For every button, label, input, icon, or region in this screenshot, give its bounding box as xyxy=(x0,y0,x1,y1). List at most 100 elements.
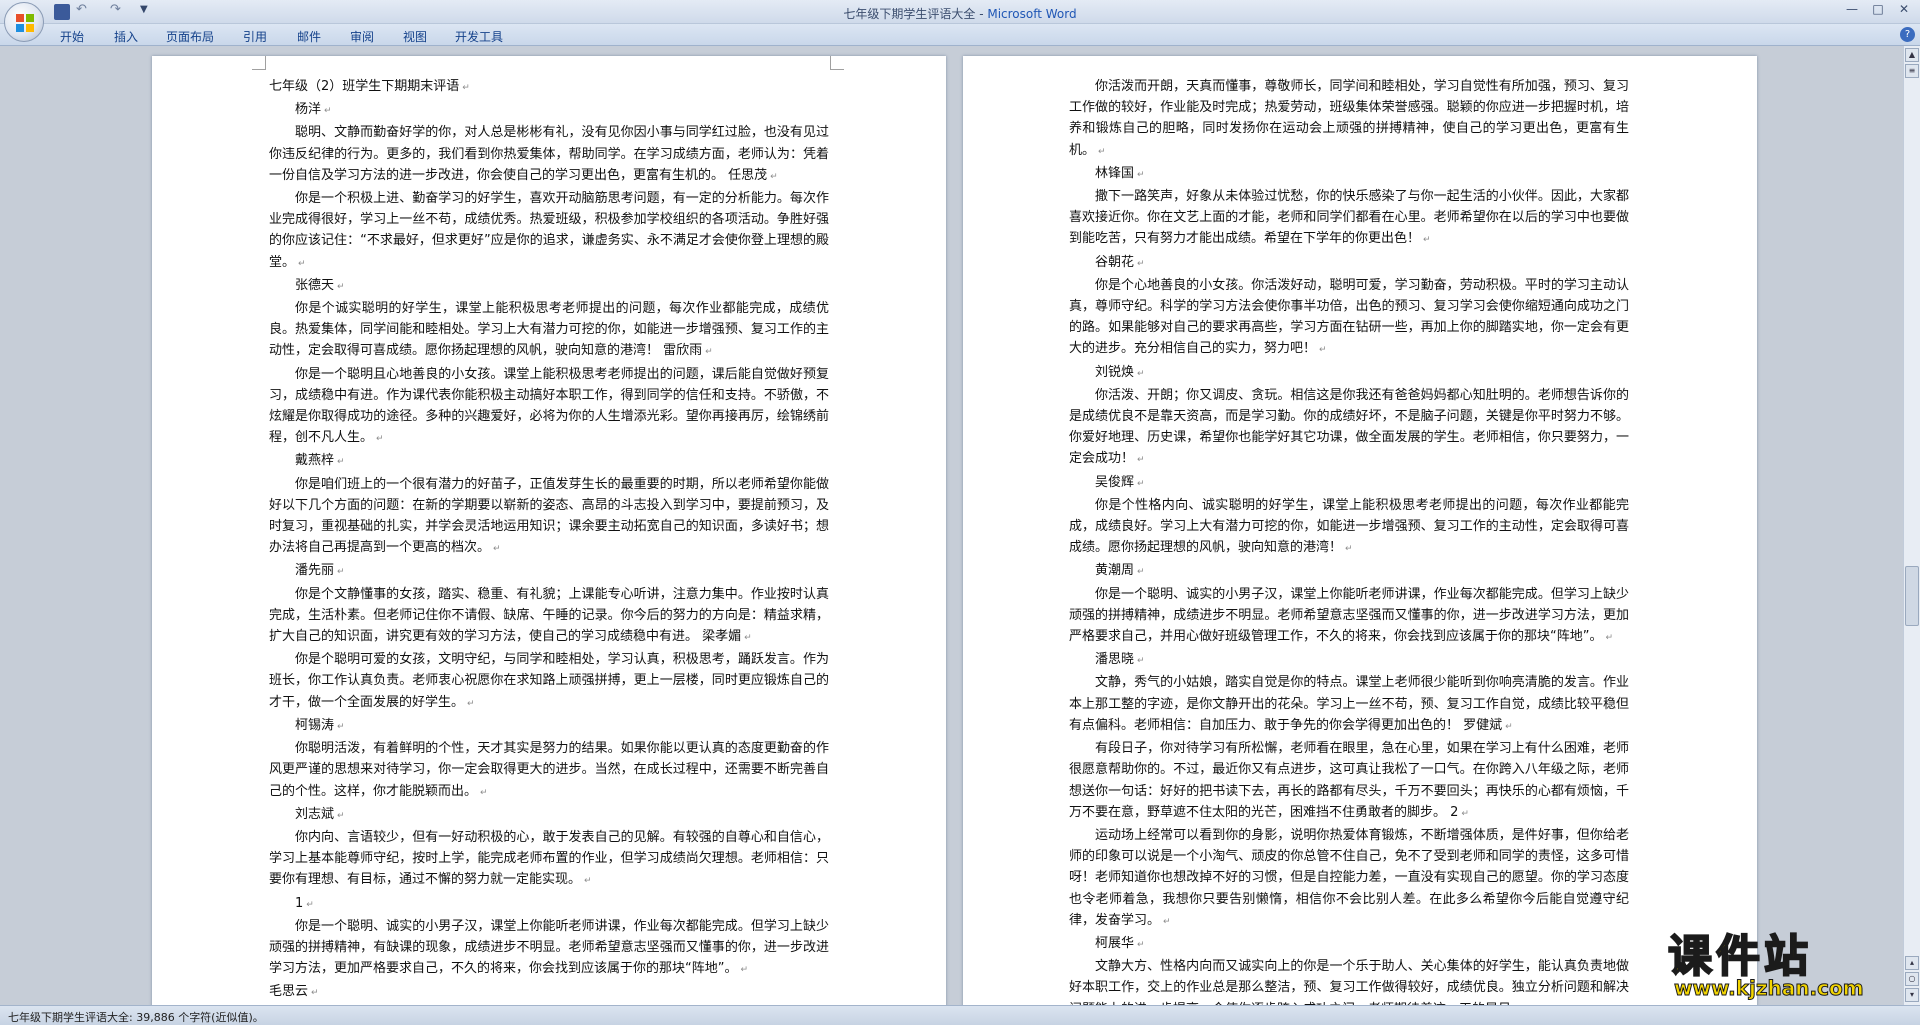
student-name[interactable]: 潘先丽 ↵ xyxy=(269,560,829,583)
paragraph-mark-icon: ↵ xyxy=(337,567,345,578)
comment-paragraph[interactable]: 你是个诚实聪明的好学生，课堂上能积极思考老师提出的问题，每次作业都能完成，成绩优… xyxy=(269,298,829,364)
paragraph-text: 你是个诚实聪明的好学生，课堂上能积极思考老师提出的问题，每次作业都能完成，成绩优… xyxy=(269,301,829,359)
comment-paragraph[interactable]: 你是个性格内向、诚实聪明的好学生，课堂上能积极思考老师提出的问题，每次作业都能完… xyxy=(1069,495,1629,561)
document-area[interactable]: 七年级（2）班学生下期期末评语 ↵ 杨洋 ↵ 聪明、文静而勤奋好学的你，对人总是彬彬有礼… xyxy=(0,46,1903,1005)
paragraph-text: 柯锡涛 xyxy=(295,717,335,733)
paragraph-mark-icon: ↵ xyxy=(480,787,488,798)
tab-review[interactable]: 审阅 xyxy=(350,28,374,45)
tab-references[interactable]: 引用 xyxy=(243,28,267,45)
paragraph-text: 杨洋 xyxy=(295,102,322,118)
tab-developer[interactable]: 开发工具 xyxy=(455,28,503,45)
comment-paragraph[interactable]: 你内向、言语较少，但有一好动积极的心，敢于发表自己的见解。有较强的自尊心和自信心… xyxy=(269,827,829,893)
paragraph-mark-icon: ↵ xyxy=(1423,235,1431,246)
student-name[interactable]: 谷朝花 ↵ xyxy=(1069,252,1629,275)
student-name[interactable]: 黄潮周 ↵ xyxy=(1069,560,1629,583)
paragraph-text: 潘思晓 xyxy=(1095,652,1135,668)
help-icon[interactable]: ? xyxy=(1900,27,1915,42)
page-2-text[interactable]: 你活泼而开朗，天真而懂事，尊敬师长，同学间和睦相处，学习自觉性有所加强，预习、复… xyxy=(1069,76,1629,1005)
paragraph-text: 你是一个聪明、诚实的小男子汉，课堂上你能听老师讲课，作业每次都能完成。但学习上缺… xyxy=(1069,586,1629,645)
paragraph-mark-icon: ↵ xyxy=(744,633,752,644)
scroll-up-icon[interactable]: ▲ xyxy=(1905,48,1919,62)
document-name: 七年级下期学生评语大全 - xyxy=(843,7,988,21)
paragraph-mark-icon: ↵ xyxy=(311,988,319,999)
paragraph-mark-icon: ↵ xyxy=(1461,808,1469,819)
tab-view[interactable]: 视图 xyxy=(403,28,427,45)
student-name[interactable]: 张德天 ↵ xyxy=(269,275,829,298)
word-count-status[interactable]: 七年级下期学生评语大全: 39,886 个字符(近似值)。 xyxy=(8,1009,264,1025)
paragraph-mark-icon: ↵ xyxy=(337,810,345,821)
tab-mailings[interactable]: 邮件 xyxy=(297,28,321,45)
comment-paragraph[interactable]: 你是一个聪明、诚实的小男子汉，课堂上你能听老师讲课，作业每次都能完成。但学习上缺… xyxy=(269,916,829,982)
next-page-icon[interactable]: ▾ xyxy=(1905,988,1919,1002)
student-name[interactable]: 柯展华 ↵ xyxy=(1069,933,1629,956)
student-name[interactable]: 1 ↵ xyxy=(269,893,829,916)
page-1-text[interactable]: 七年级（2）班学生下期期末评语 ↵ 杨洋 ↵ 聪明、文静而勤奋好学的你，对人总是彬彬有礼… xyxy=(269,76,829,1005)
tab-page-layout[interactable]: 页面布局 xyxy=(166,28,214,45)
page-1[interactable]: 七年级（2）班学生下期期末评语 ↵ 杨洋 ↵ 聪明、文静而勤奋好学的你，对人总是彬彬有礼… xyxy=(152,56,946,1005)
comment-paragraph[interactable]: 你是咱们班上的一个很有潜力的好苗子，正值发芽生长的最重要的时期，所以老师希望你能… xyxy=(269,474,829,561)
scroll-thumb[interactable] xyxy=(1905,566,1919,626)
maximize-button[interactable]: □ xyxy=(1866,2,1890,20)
paragraph-text: 刘锐焕 xyxy=(1095,364,1135,380)
comment-paragraph[interactable]: 你活泼、开朗；你又调皮、贪玩。相信这是你我还有爸爸妈妈都心知肚明的。老师想告诉你… xyxy=(1069,385,1629,472)
comment-paragraph[interactable]: 你是一个聪明且心地善良的小女孩。课堂上能积极思考老师提出的问题，课后能自觉做好预… xyxy=(269,364,829,451)
comment-paragraph[interactable]: 有段日子，你对待学习有所松懈，老师看在眼里，急在心里，如果在学习上有什么困难，老… xyxy=(1069,738,1629,825)
paragraph-mark-icon: ↵ xyxy=(1137,567,1145,578)
window-title: 七年级下期学生评语大全 - Microsoft Word xyxy=(0,5,1920,22)
comment-paragraph[interactable]: 聪明、文静而勤奋好学的你，对人总是彬彬有礼，没有见你因小事与同学红过脸，也没有见… xyxy=(269,122,829,188)
student-name[interactable]: 林锋国 ↵ xyxy=(1069,163,1629,186)
paragraph-text: 你是一个聪明且心地善良的小女孩。课堂上能积极思考老师提出的问题，课后能自觉做好预… xyxy=(269,366,829,446)
app-name: Microsoft Word xyxy=(987,7,1077,21)
paragraph-mark-icon: ↵ xyxy=(770,171,778,182)
paragraph-text: 文静大方、性格内向而又诚实向上的你是一个乐于助人、关心集体的好学生，能认真负责地… xyxy=(1069,959,1629,1005)
paragraph-mark-icon: ↵ xyxy=(1505,721,1513,732)
tab-insert[interactable]: 插入 xyxy=(114,28,138,45)
comment-paragraph[interactable]: 撒下一路笑声，好象从未体验过忧愁，你的快乐感染了与你一起生活的小伙伴。因此，大家… xyxy=(1069,186,1629,252)
comment-paragraph[interactable]: 文静大方、性格内向而又诚实向上的你是一个乐于助人、关心集体的好学生，能认真负责地… xyxy=(1069,956,1629,1005)
vertical-scrollbar[interactable]: ▲ ≡ ▴ ○ ▾ xyxy=(1903,46,1920,1005)
paragraph-text: 谷朝花 xyxy=(1095,254,1135,270)
paragraph-mark-icon: ↵ xyxy=(298,258,306,269)
browse-object-icon[interactable]: ○ xyxy=(1905,972,1919,986)
paragraph-text: 柯展华 xyxy=(1095,935,1135,951)
comment-paragraph[interactable]: 运动场上经常可以看到你的身影，说明你热爱体育锻炼，不断增强体质，是件好事，但你给… xyxy=(1069,825,1629,933)
document-heading[interactable]: 毛思云 ↵ xyxy=(269,981,829,1004)
close-button[interactable]: ✕ xyxy=(1892,2,1916,20)
paragraph-mark-icon: ↵ xyxy=(1137,368,1145,379)
comment-paragraph[interactable]: 你是个心地善良的小女孩。你活泼好动，聪明可爱，学习勤奋，劳动积极。平时的学习主动… xyxy=(1069,275,1629,362)
comment-paragraph[interactable]: 你是一个积极上进、勤奋学习的好学生，喜欢开动脑筋思考问题，有一定的分析能力。每次… xyxy=(269,188,829,275)
paragraph-text: 1 xyxy=(295,895,304,911)
ruler-toggle-icon[interactable]: ≡ xyxy=(1905,64,1919,78)
minimize-button[interactable]: — xyxy=(1840,2,1864,20)
paragraph-text: 你聪明活泼，有着鲜明的个性，天才其实是努力的结果。如果你能以更认真的态度更勤奋的… xyxy=(269,741,829,799)
student-name[interactable]: 潘思晓 ↵ xyxy=(1069,649,1629,672)
previous-page-icon[interactable]: ▴ xyxy=(1905,956,1919,970)
student-name[interactable]: 吴俊辉 ↵ xyxy=(1069,472,1629,495)
paragraph-text: 撒下一路笑声，好象从未体验过忧愁，你的快乐感染了与你一起生活的小伙伴。因此，大家… xyxy=(1069,189,1629,247)
paragraph-text: 吴俊辉 xyxy=(1095,474,1135,490)
paragraph-text: 你活泼、开朗；你又调皮、贪玩。相信这是你我还有爸爸妈妈都心知肚明的。老师想告诉你… xyxy=(1069,387,1629,467)
paragraph-mark-icon: ↵ xyxy=(1137,939,1145,950)
paragraph-mark-icon: ↵ xyxy=(1098,146,1106,157)
comment-paragraph[interactable]: 你聪明活泼，有着鲜明的个性，天才其实是努力的结果。如果你能以更认真的态度更勤奋的… xyxy=(269,738,829,804)
comment-paragraph[interactable]: 文静，秀气的小姑娘，踏实自觉是你的特点。课堂上老师很少能听到你响亮清脆的发言。作… xyxy=(1069,672,1629,738)
student-name[interactable]: 杨洋 ↵ xyxy=(269,99,829,122)
comment-paragraph[interactable]: 你活泼而开朗，天真而懂事，尊敬师长，同学间和睦相处，学习自觉性有所加强，预习、复… xyxy=(1069,76,1629,163)
student-name[interactable]: 柯锡涛 ↵ xyxy=(269,715,829,738)
student-name[interactable]: 刘志斌 ↵ xyxy=(269,804,829,827)
student-name[interactable]: 刘锐焕 ↵ xyxy=(1069,362,1629,385)
comment-paragraph[interactable]: 你是个文静懂事的女孩，踏实、稳重、有礼貌；上课能专心听讲，注意力集中。作业按时认… xyxy=(269,584,829,650)
paragraph-mark-icon: ↵ xyxy=(705,347,713,358)
paragraph-mark-icon: ↵ xyxy=(462,83,470,93)
page-2[interactable]: 你活泼而开朗，天真而懂事，尊敬师长，同学间和睦相处，学习自觉性有所加强，预习、复… xyxy=(963,56,1757,1005)
document-heading[interactable]: 七年级（2）班学生下期期末评语 ↵ xyxy=(269,76,829,99)
comment-paragraph[interactable]: 你是一个聪明、诚实的小男子汉，课堂上你能听老师讲课，作业每次都能完成。但学习上缺… xyxy=(1069,584,1629,650)
office-button[interactable] xyxy=(4,2,44,42)
title-bar: ↶ ↷ ▼ 七年级下期学生评语大全 - Microsoft Word — □ ✕ xyxy=(0,0,1920,24)
paragraph-mark-icon: ↵ xyxy=(1137,258,1145,269)
paragraph-text: 刘志斌 xyxy=(295,806,335,822)
paragraph-mark-icon: ↵ xyxy=(1137,455,1145,466)
student-name[interactable]: 戴燕梓 ↵ xyxy=(269,450,829,473)
tab-home[interactable]: 开始 xyxy=(60,28,84,45)
comment-paragraph[interactable]: 你是个聪明可爱的女孩，文明守纪，与同学和睦相处，学习认真，积极思考，踊跃发言。作… xyxy=(269,649,829,715)
